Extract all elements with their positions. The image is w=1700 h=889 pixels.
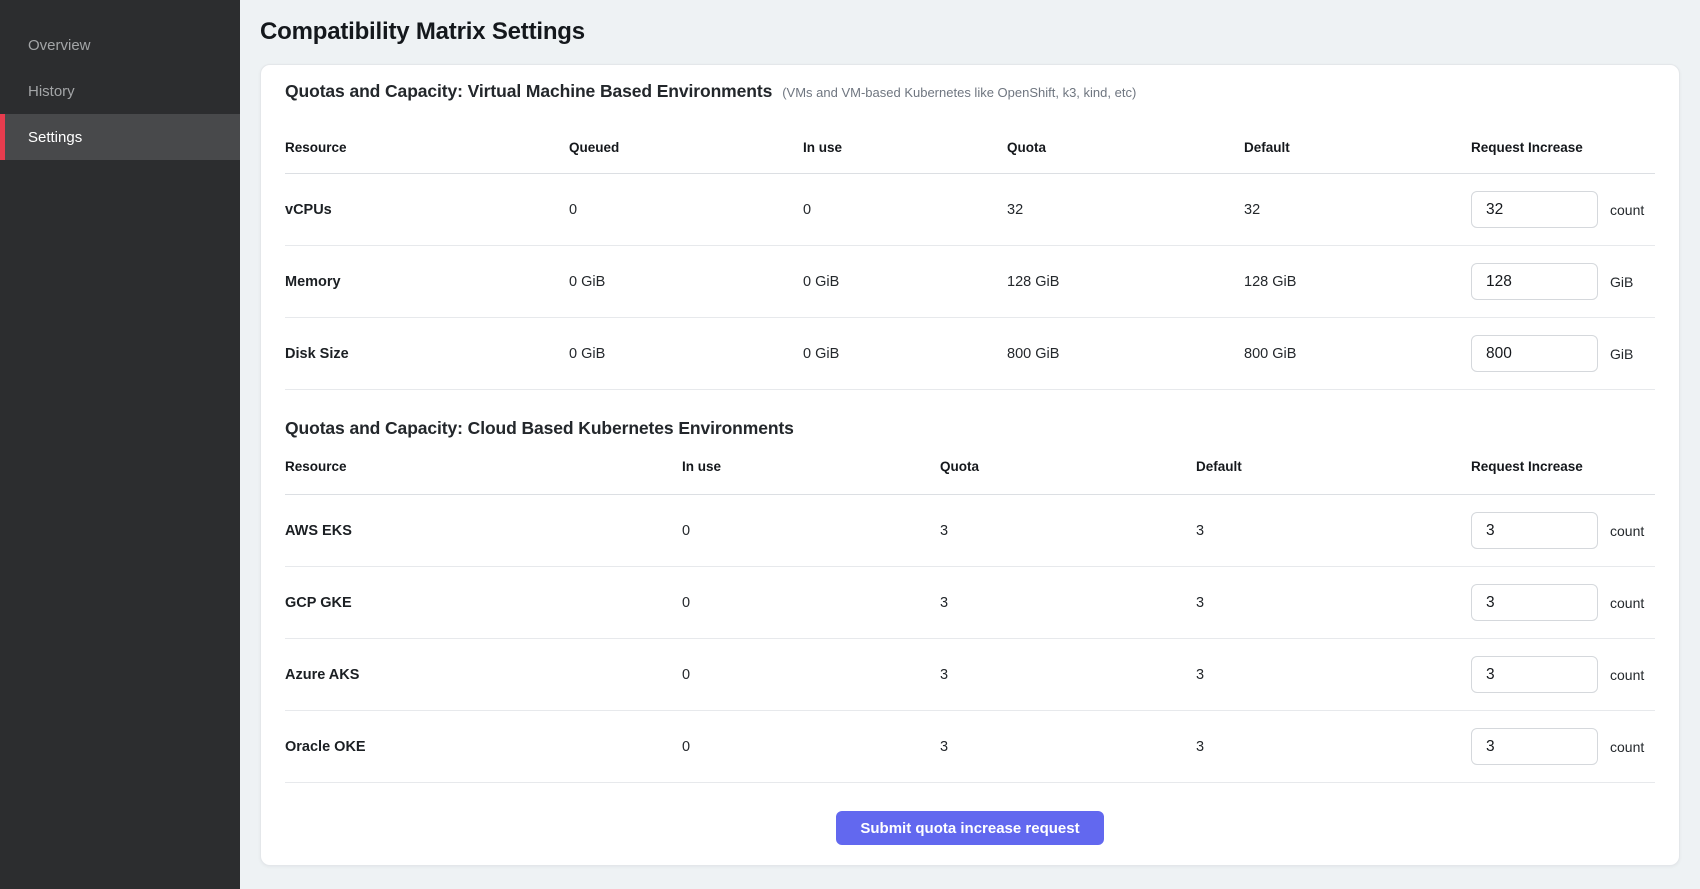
resource-name: AWS EKS	[285, 523, 682, 539]
unit-label: count	[1610, 739, 1644, 755]
queued-value: 0	[569, 202, 803, 218]
in-use-value: 0	[682, 667, 940, 683]
quota-value: 3	[940, 595, 1196, 611]
default-value: 3	[1196, 739, 1471, 755]
request-increase-cell: count	[1471, 512, 1655, 549]
vm-section-note: (VMs and VM-based Kubernetes like OpenSh…	[782, 85, 1136, 100]
disk-size-request-input[interactable]	[1471, 335, 1598, 372]
unit-label: GiB	[1610, 274, 1633, 290]
cloud-table-header-row: Resource In use Quota Default Request In…	[285, 439, 1655, 495]
resource-name: Azure AKS	[285, 667, 682, 683]
unit-label: count	[1610, 667, 1644, 683]
col-header-default: Default	[1244, 140, 1471, 155]
col-header-quota: Quota	[940, 459, 1196, 474]
default-value: 32	[1244, 202, 1471, 218]
in-use-value: 0	[682, 739, 940, 755]
quota-value: 3	[940, 523, 1196, 539]
azure-aks-request-input[interactable]	[1471, 656, 1598, 693]
unit-label: count	[1610, 202, 1644, 218]
in-use-value: 0	[803, 202, 1007, 218]
in-use-value: 0	[682, 595, 940, 611]
quota-value: 3	[940, 667, 1196, 683]
resource-name: Disk Size	[285, 346, 569, 362]
submit-row: Submit quota increase request	[285, 811, 1655, 847]
page-title: Compatibility Matrix Settings	[260, 18, 1680, 46]
unit-label: count	[1610, 523, 1644, 539]
table-row-vcpus: vCPUs 0 0 32 32 count	[285, 174, 1655, 246]
submit-quota-increase-button[interactable]: Submit quota increase request	[836, 811, 1103, 845]
request-increase-cell: GiB	[1471, 335, 1655, 372]
resource-name: GCP GKE	[285, 595, 682, 611]
table-row-memory: Memory 0 GiB 0 GiB 128 GiB 128 GiB GiB	[285, 246, 1655, 318]
resource-name: vCPUs	[285, 202, 569, 218]
gcp-gke-request-input[interactable]	[1471, 584, 1598, 621]
table-row-gcp-gke: GCP GKE 0 3 3 count	[285, 567, 1655, 639]
request-increase-cell: count	[1471, 728, 1655, 765]
request-increase-cell: count	[1471, 191, 1655, 228]
sidebar: Overview History Settings	[0, 0, 240, 889]
active-indicator-bar	[0, 114, 5, 160]
sidebar-item-overview[interactable]: Overview	[0, 22, 240, 68]
quotas-card: Quotas and Capacity: Virtual Machine Bas…	[260, 64, 1680, 866]
col-header-queued: Queued	[569, 140, 803, 155]
aws-eks-request-input[interactable]	[1471, 512, 1598, 549]
sidebar-item-history[interactable]: History	[0, 68, 240, 114]
request-increase-cell: GiB	[1471, 263, 1655, 300]
quota-value: 128 GiB	[1007, 274, 1244, 290]
table-row-oracle-oke: Oracle OKE 0 3 3 count	[285, 711, 1655, 783]
sidebar-item-label: History	[28, 83, 75, 100]
resource-name: Memory	[285, 274, 569, 290]
table-row-azure-aks: Azure AKS 0 3 3 count	[285, 639, 1655, 711]
sidebar-item-label: Overview	[28, 37, 91, 54]
col-header-resource: Resource	[285, 459, 682, 474]
default-value: 3	[1196, 523, 1471, 539]
request-increase-cell: count	[1471, 584, 1655, 621]
vm-section-header: Quotas and Capacity: Virtual Machine Bas…	[285, 81, 1655, 102]
col-header-request-increase: Request Increase	[1471, 140, 1655, 155]
cloud-section-title: Quotas and Capacity: Cloud Based Kuberne…	[285, 418, 794, 439]
oracle-oke-request-input[interactable]	[1471, 728, 1598, 765]
vm-section-title: Quotas and Capacity: Virtual Machine Bas…	[285, 81, 772, 102]
table-row-disk-size: Disk Size 0 GiB 0 GiB 800 GiB 800 GiB Gi…	[285, 318, 1655, 390]
memory-request-input[interactable]	[1471, 263, 1598, 300]
col-header-request-increase: Request Increase	[1471, 459, 1655, 474]
default-value: 3	[1196, 667, 1471, 683]
queued-value: 0 GiB	[569, 346, 803, 362]
in-use-value: 0	[682, 523, 940, 539]
col-header-in-use: In use	[803, 140, 1007, 155]
col-header-quota: Quota	[1007, 140, 1244, 155]
unit-label: GiB	[1610, 346, 1633, 362]
col-header-resource: Resource	[285, 140, 569, 155]
default-value: 800 GiB	[1244, 346, 1471, 362]
unit-label: count	[1610, 595, 1644, 611]
resource-name: Oracle OKE	[285, 739, 682, 755]
default-value: 3	[1196, 595, 1471, 611]
table-row-aws-eks: AWS EKS 0 3 3 count	[285, 495, 1655, 567]
vcpus-request-input[interactable]	[1471, 191, 1598, 228]
quota-value: 32	[1007, 202, 1244, 218]
sidebar-item-label: Settings	[28, 129, 82, 146]
queued-value: 0 GiB	[569, 274, 803, 290]
in-use-value: 0 GiB	[803, 346, 1007, 362]
col-header-default: Default	[1196, 459, 1471, 474]
quota-value: 800 GiB	[1007, 346, 1244, 362]
main-content: Compatibility Matrix Settings Quotas and…	[240, 0, 1700, 866]
request-increase-cell: count	[1471, 656, 1655, 693]
vm-table-header-row: Resource Queued In use Quota Default Req…	[285, 102, 1655, 174]
sidebar-item-settings[interactable]: Settings	[0, 114, 240, 160]
cloud-section-header: Quotas and Capacity: Cloud Based Kuberne…	[285, 418, 1655, 439]
default-value: 128 GiB	[1244, 274, 1471, 290]
in-use-value: 0 GiB	[803, 274, 1007, 290]
col-header-in-use: In use	[682, 459, 940, 474]
quota-value: 3	[940, 739, 1196, 755]
